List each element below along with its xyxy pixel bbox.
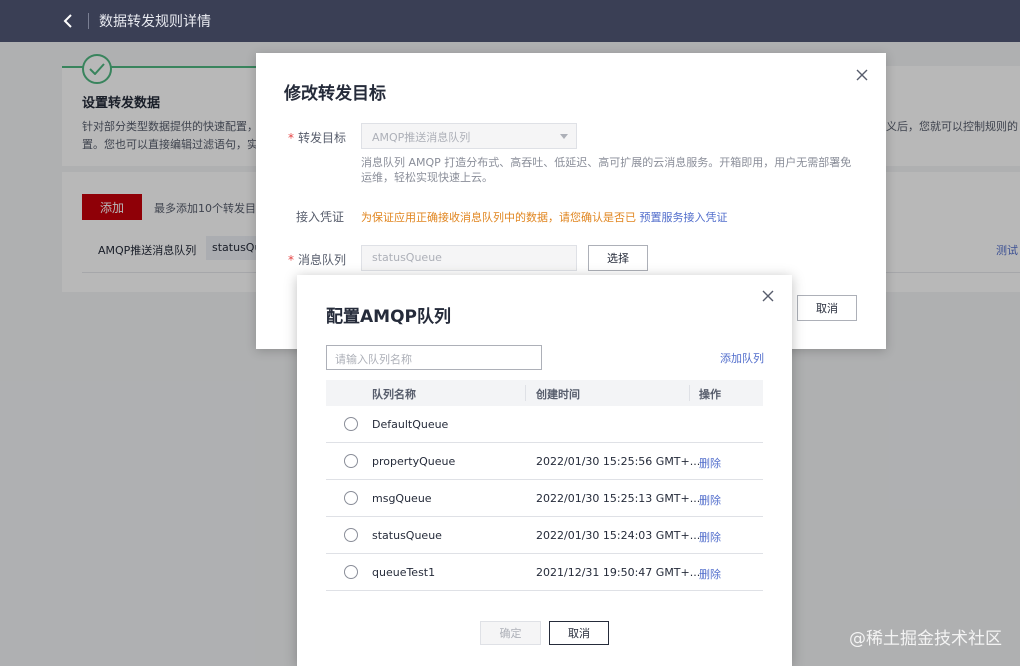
cancel-button[interactable]: 取消 (549, 621, 609, 645)
back-button[interactable] (48, 0, 88, 42)
queue-search-input[interactable]: 请输入队列名称 (326, 345, 542, 370)
select-queue-button[interactable]: 选择 (588, 245, 648, 271)
row-radio[interactable] (344, 565, 358, 579)
target-field-label: * 转发目标 (287, 131, 346, 145)
queue-time: 2022/01/30 15:25:56 GMT+... (536, 455, 701, 468)
target-description: 消息队列 AMQP 打造分布式、高吞吐、低延迟、高可扩展的云消息服务。开箱即用，… (361, 156, 852, 184)
confirm-button[interactable]: 确定 (480, 621, 541, 645)
add-queue-link[interactable]: 添加队列 (720, 350, 764, 366)
close-button[interactable] (762, 290, 776, 304)
table-row[interactable]: msgQueue 2022/01/30 15:25:13 GMT+... 删除 (326, 480, 763, 517)
credential-field-label: 接入凭证 (295, 210, 344, 224)
dialog-title: 修改转发目标 (284, 84, 386, 104)
divider (88, 13, 89, 29)
queue-name: msgQueue (372, 492, 432, 505)
close-icon (762, 290, 774, 302)
credential-link[interactable]: 预置服务接入凭证 (640, 211, 728, 224)
watermark: @稀土掘金技术社区 (849, 629, 1002, 649)
row-radio[interactable] (344, 454, 358, 468)
queue-name: queueTest1 (372, 566, 436, 579)
table-header: 队列名称 创建时间 操作 (326, 380, 763, 406)
chevron-down-icon (560, 134, 568, 139)
column-divider (525, 385, 526, 401)
queue-name: statusQueue (372, 529, 442, 542)
column-header-action: 操作 (699, 388, 721, 401)
table-row[interactable]: DefaultQueue (326, 406, 763, 443)
table-row[interactable]: queueTest1 2021/12/31 19:50:47 GMT+... 删… (326, 554, 763, 591)
row-radio[interactable] (344, 491, 358, 505)
row-radio[interactable] (344, 417, 358, 431)
delete-link[interactable]: 删除 (699, 529, 721, 545)
queue-input[interactable]: statusQueue (361, 245, 577, 271)
table-row[interactable]: statusQueue 2022/01/30 15:24:03 GMT+... … (326, 517, 763, 554)
target-select[interactable]: AMQP推送消息队列 (361, 123, 577, 149)
queue-time: 2021/12/31 19:50:47 GMT+... (536, 566, 701, 579)
queue-name: propertyQueue (372, 455, 456, 468)
table-row[interactable]: propertyQueue 2022/01/30 15:25:56 GMT+..… (326, 443, 763, 480)
queue-table: 队列名称 创建时间 操作 DefaultQueue propertyQueue … (326, 380, 763, 591)
queue-time: 2022/01/30 15:25:13 GMT+... (536, 492, 701, 505)
column-header-name: 队列名称 (372, 388, 416, 401)
chevron-left-icon (63, 14, 72, 28)
queue-name: DefaultQueue (372, 418, 449, 431)
config-amqp-dialog: 配置AMQP队列 请输入队列名称 添加队列 队列名称 创建时间 操作 Defau… (297, 275, 792, 666)
credential-warning: 为保证应用正确接收消息队列中的数据，请您确认是否已 预置服务接入凭证 (361, 211, 728, 224)
column-divider (689, 385, 690, 401)
row-radio[interactable] (344, 528, 358, 542)
column-header-time: 创建时间 (536, 388, 580, 401)
queue-time: 2022/01/30 15:24:03 GMT+... (536, 529, 701, 542)
cancel-button[interactable]: 取消 (797, 295, 857, 321)
dialog-title: 配置AMQP队列 (326, 307, 451, 327)
delete-link[interactable]: 删除 (699, 455, 721, 471)
close-button[interactable] (856, 69, 870, 83)
delete-link[interactable]: 删除 (699, 492, 721, 508)
queue-field-label: * 消息队列 (287, 253, 346, 267)
close-icon (856, 69, 868, 81)
delete-link[interactable]: 删除 (699, 566, 721, 582)
top-bar: 数据转发规则详情 (0, 0, 1020, 42)
page-title: 数据转发规则详情 (99, 14, 211, 30)
